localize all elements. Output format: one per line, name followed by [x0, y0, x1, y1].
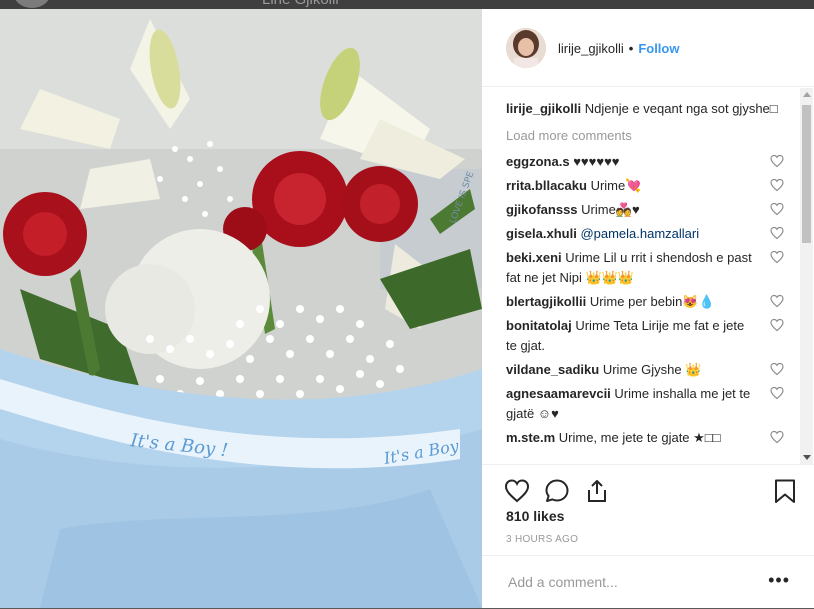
comments-scrollbar[interactable]	[800, 88, 813, 464]
comment-username[interactable]: eggzona.s	[506, 154, 570, 169]
comment-container: eggzona.s ♥♥♥♥♥♥ rrita.bllacaku Urime💘 gji…	[506, 152, 786, 448]
comment-like-heart-icon[interactable]	[770, 386, 784, 400]
comment-username[interactable]: m.ste.m	[506, 430, 555, 445]
comment-text: Urime Gjyshe 👑	[602, 362, 702, 377]
post-time: 3 HOURS AGO	[506, 534, 579, 545]
comment-row: beki.xeni Urime Lil u rrit i shendosh e …	[506, 248, 786, 288]
comment-like-heart-icon[interactable]	[770, 250, 784, 264]
comment-row: m.ste.m Urime, me jete te gjate ★□□	[506, 428, 786, 448]
comment-username[interactable]: gisela.xhuli	[506, 226, 577, 241]
comment-text[interactable]: @pamela.hamzallari	[580, 226, 699, 241]
comment-text: Urime💘	[590, 178, 642, 193]
comment-row: vildane_sadiku Urime Gjyshe 👑	[506, 360, 786, 380]
comment-like-heart-icon[interactable]	[770, 430, 784, 444]
post-header: lirije_gjikolli • Follow	[482, 9, 814, 87]
flower-bouquet-image: It's a Boy ! It's a Boy LOVE IS SPE	[0, 9, 482, 608]
comment-username[interactable]: blertagjikollii	[506, 294, 586, 309]
background-profile-name: Lirie Gjikolli	[262, 0, 339, 8]
caption: lirije_gjikolli Ndjenje e veqant nga sot…	[506, 99, 786, 119]
comment-username[interactable]: bonitatolaj	[506, 318, 572, 333]
follow-button[interactable]: Follow	[638, 41, 679, 56]
comment-row: rrita.bllacaku Urime💘	[506, 176, 786, 196]
comment-text: ♥♥♥♥♥♥	[573, 154, 620, 169]
comment-like-heart-icon[interactable]	[770, 294, 784, 308]
avatar[interactable]	[506, 28, 546, 68]
separator-dot: •	[628, 41, 634, 56]
caption-text: Ndjenje e veqant nga sot gjyshe□	[584, 101, 778, 116]
comments-list: lirije_gjikolli Ndjenje e veqant nga sot…	[506, 99, 786, 469]
caption-username[interactable]: lirije_gjikolli	[506, 101, 581, 116]
comment-username[interactable]: agnesaamarevcii	[506, 386, 611, 401]
comment-row: gjikofansss Urime💑♥	[506, 200, 786, 220]
add-comment-input[interactable]	[506, 573, 760, 591]
scroll-down-arrow[interactable]	[803, 455, 811, 460]
load-more-comments[interactable]: Load more comments	[506, 126, 786, 146]
comment-text: Urime per bebin😻💧	[589, 294, 715, 309]
comment-row: blertagjikollii Urime per bebin😻💧	[506, 292, 786, 312]
scroll-thumb[interactable]	[802, 105, 811, 243]
comment-like-heart-icon[interactable]	[770, 226, 784, 240]
background-avatar	[14, 0, 50, 8]
background-strip: Lirie Gjikolli	[0, 0, 814, 9]
comment-row: eggzona.s ♥♥♥♥♥♥	[506, 152, 786, 172]
comment-text: Urime💑♥	[581, 202, 640, 217]
comment-text: Urime, me jete te gjate ★□□	[558, 430, 721, 445]
username-link[interactable]: lirije_gjikolli	[558, 41, 624, 56]
like-heart-icon[interactable]	[504, 478, 530, 504]
comment-row: bonitatolaj Urime Teta Lirije me fat e j…	[506, 316, 786, 356]
comment-bubble-icon[interactable]	[544, 478, 570, 504]
add-comment-bar: •••	[482, 555, 814, 609]
more-options-button[interactable]: •••	[768, 571, 790, 589]
comment-row: gisela.xhuli @pamela.hamzallari	[506, 224, 786, 244]
likes-count[interactable]: 810 likes	[506, 508, 564, 524]
comment-like-heart-icon[interactable]	[770, 154, 784, 168]
comment-like-heart-icon[interactable]	[770, 318, 784, 332]
comment-like-heart-icon[interactable]	[770, 362, 784, 376]
share-icon[interactable]	[584, 478, 610, 504]
comment-like-heart-icon[interactable]	[770, 202, 784, 216]
comment-row: agnesaamarevcii Urime inshalla me jet te…	[506, 384, 786, 424]
header-user: lirije_gjikolli • Follow	[558, 41, 679, 56]
post-photo[interactable]: It's a Boy ! It's a Boy LOVE IS SPE	[0, 9, 482, 608]
scroll-up-arrow[interactable]	[803, 92, 811, 97]
comment-username[interactable]: rrita.bllacaku	[506, 178, 587, 193]
comment-username[interactable]: gjikofansss	[506, 202, 578, 217]
comment-username[interactable]: vildane_sadiku	[506, 362, 599, 377]
bookmark-icon[interactable]	[772, 478, 798, 504]
post-side-panel: lirije_gjikolli • Follow lirije_gjikolli…	[482, 9, 814, 608]
comment-username[interactable]: beki.xeni	[506, 250, 562, 265]
comment-like-heart-icon[interactable]	[770, 178, 784, 192]
